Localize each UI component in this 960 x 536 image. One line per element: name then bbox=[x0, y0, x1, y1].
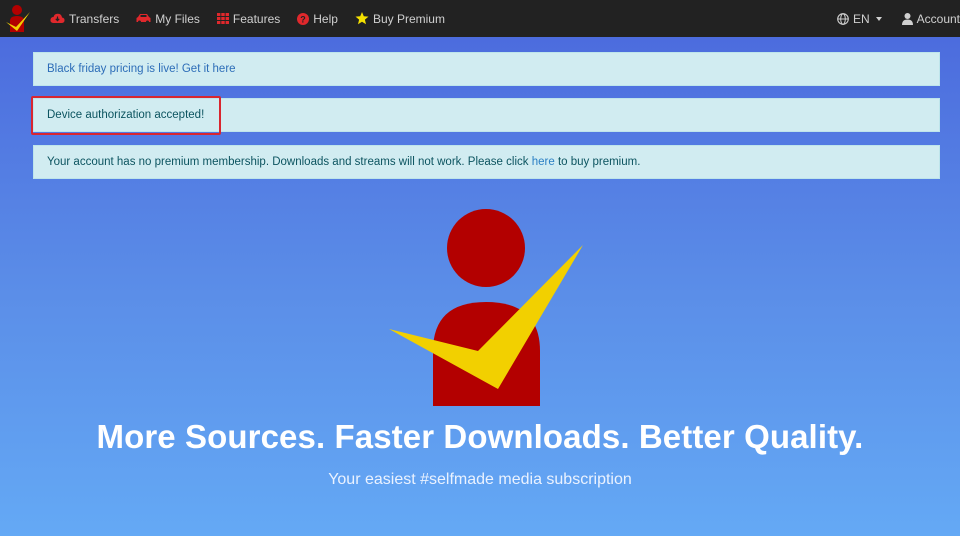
nav-features-label: Features bbox=[232, 11, 281, 26]
hero-tagline: Your easiest #selfmade media subscriptio… bbox=[328, 471, 632, 488]
nav-buy-premium-label: Buy Premium bbox=[372, 11, 445, 26]
premium-warning-text-before: Your account has no premium membership. … bbox=[47, 156, 532, 168]
caret-down-icon bbox=[875, 16, 882, 21]
car-icon bbox=[136, 13, 151, 24]
svg-text:?: ? bbox=[301, 14, 307, 24]
account-menu[interactable]: Account bbox=[901, 11, 960, 26]
hero-headline: More Sources. Faster Downloads. Better Q… bbox=[96, 418, 864, 455]
top-navbar: Transfers My Files Features ? Help Buy P… bbox=[0, 0, 960, 37]
nav-my-files-label: My Files bbox=[155, 11, 200, 26]
auth-success-text: Device authorization accepted! bbox=[47, 109, 205, 121]
premium-warning-alert: Your account has no premium membership. … bbox=[33, 145, 940, 179]
user-icon bbox=[901, 12, 913, 25]
promo-alert-text[interactable]: Black friday pricing is live! Get it her… bbox=[47, 63, 236, 75]
buy-premium-link[interactable]: here bbox=[532, 156, 555, 168]
premium-warning-text-after: to buy premium. bbox=[554, 156, 641, 168]
globe-icon bbox=[837, 12, 849, 25]
auth-success-alert: Device authorization accepted! bbox=[33, 98, 940, 132]
promo-alert[interactable]: Black friday pricing is live! Get it her… bbox=[33, 52, 940, 86]
language-dropdown[interactable]: EN bbox=[837, 12, 882, 26]
nav-features[interactable]: Features bbox=[216, 11, 281, 26]
nav-help-label: Help bbox=[313, 11, 338, 26]
question-circle-icon: ? bbox=[297, 12, 310, 25]
nav-my-files[interactable]: My Files bbox=[136, 12, 200, 26]
nav-right: EN Account bbox=[817, 0, 960, 37]
grid-icon bbox=[216, 13, 229, 24]
language-label: EN bbox=[852, 11, 870, 26]
cloud-download-icon bbox=[50, 13, 65, 24]
star-icon bbox=[355, 12, 369, 25]
nav-buy-premium[interactable]: Buy Premium bbox=[355, 12, 445, 26]
main-nav: Transfers My Files Features ? Help Buy P… bbox=[50, 12, 462, 26]
account-label: Account bbox=[916, 11, 960, 26]
brand-logo[interactable] bbox=[0, 0, 36, 37]
hero-logo bbox=[386, 206, 586, 413]
nav-help[interactable]: ? Help bbox=[297, 12, 338, 26]
nav-transfers[interactable]: Transfers bbox=[50, 12, 119, 26]
nav-transfers-label: Transfers bbox=[69, 11, 120, 26]
